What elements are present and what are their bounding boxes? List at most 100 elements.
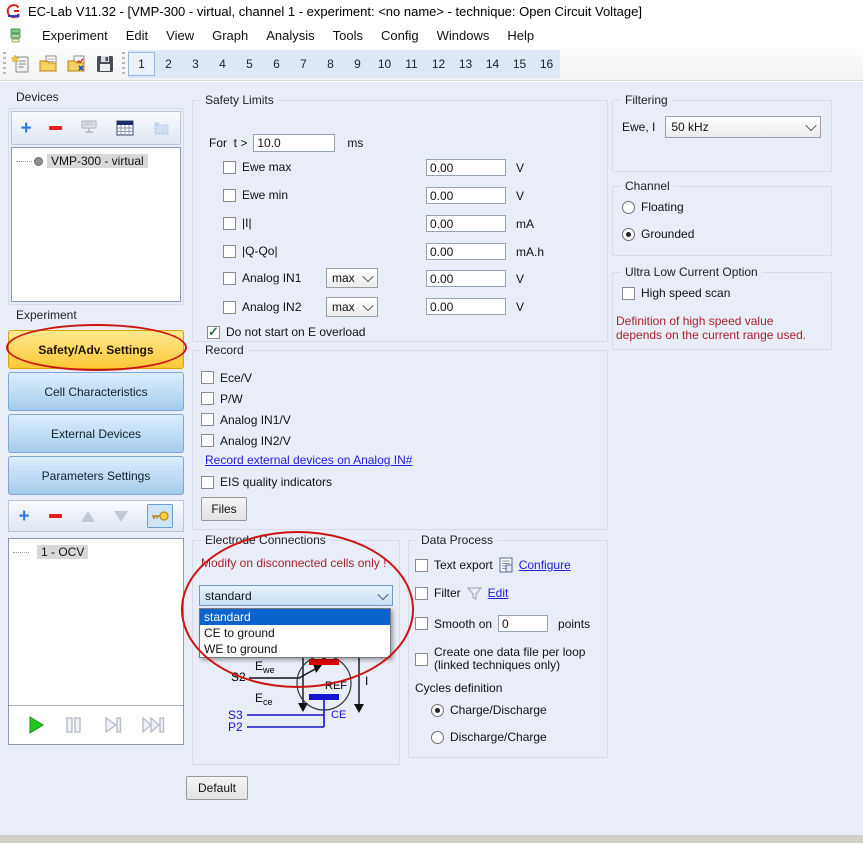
add-device-button[interactable]: + xyxy=(21,119,32,138)
record-check-label: Ece/V xyxy=(220,371,252,385)
tab-external-devices[interactable]: External Devices xyxy=(8,414,184,453)
loop-file-checkbox[interactable] xyxy=(415,653,428,666)
add-technique-button[interactable]: + xyxy=(19,507,30,526)
smooth-label: Smooth on xyxy=(434,617,492,631)
analog-in1-input[interactable] xyxy=(426,270,506,287)
channel-button-16[interactable]: 16 xyxy=(533,52,560,76)
filter-checkbox[interactable] xyxy=(415,587,428,600)
filter-edit-link[interactable]: Edit xyxy=(488,586,509,600)
device-connect-icon[interactable] xyxy=(79,119,99,137)
new-settings-button[interactable] xyxy=(8,51,34,77)
smooth-checkbox[interactable] xyxy=(415,617,428,630)
menu-item-analysis[interactable]: Analysis xyxy=(257,25,323,46)
channel-button-8[interactable]: 8 xyxy=(317,52,344,76)
abs-current-checkbox[interactable] xyxy=(223,217,236,230)
open-experiment-button[interactable] xyxy=(36,51,62,77)
charge-discharge-radio[interactable] xyxy=(431,704,444,717)
ewe-max-checkbox[interactable] xyxy=(223,161,236,174)
technique-tree-row[interactable]: 1 - OCV xyxy=(9,543,183,561)
channel-button-2[interactable]: 2 xyxy=(155,52,182,76)
play-icon[interactable] xyxy=(26,715,46,735)
channel-button-7[interactable]: 7 xyxy=(290,52,317,76)
files-button[interactable]: Files xyxy=(201,497,247,521)
devices-list[interactable]: VMP-300 - virtual xyxy=(11,147,181,302)
menu-item-edit[interactable]: Edit xyxy=(117,25,157,46)
record-checkbox-2[interactable] xyxy=(201,413,214,426)
smooth-points-input[interactable] xyxy=(498,615,548,632)
channel-button-4[interactable]: 4 xyxy=(209,52,236,76)
tab-safety-adv-settings[interactable]: Safety/Adv. Settings xyxy=(8,330,184,369)
menu-item-experiment[interactable]: Experiment xyxy=(33,25,117,46)
technique-item[interactable]: 1 - OCV xyxy=(37,545,88,559)
analog-in1-mode-select[interactable]: max xyxy=(326,268,378,288)
device-tree-row[interactable]: VMP-300 - virtual xyxy=(12,152,180,170)
overload-checkbox[interactable] xyxy=(207,326,220,339)
tab-cell-characteristics[interactable]: Cell Characteristics xyxy=(8,372,184,411)
ultra-low-warning: Definition of high speed value depends o… xyxy=(616,314,806,342)
menu-item-tools[interactable]: Tools xyxy=(324,25,372,46)
electrode-option-standard[interactable]: standard xyxy=(200,609,390,625)
record-checkbox-3[interactable] xyxy=(201,434,214,447)
channel-button-14[interactable]: 14 xyxy=(479,52,506,76)
text-export-checkbox[interactable] xyxy=(415,559,428,572)
record-external-link[interactable]: Record external devices on Analog IN# xyxy=(205,453,412,467)
technique-toolbar: + xyxy=(8,500,184,532)
channel-button-5[interactable]: 5 xyxy=(236,52,263,76)
charge-delta-input[interactable] xyxy=(426,243,506,260)
channel-button-6[interactable]: 6 xyxy=(263,52,290,76)
electrode-option-we-to-ground[interactable]: WE to ground xyxy=(200,641,390,657)
channel-group: Channel Floating Grounded xyxy=(612,186,832,256)
remove-device-button[interactable] xyxy=(49,126,62,130)
channel-button-9[interactable]: 9 xyxy=(344,52,371,76)
menu-item-help[interactable]: Help xyxy=(498,25,543,46)
grounded-radio[interactable] xyxy=(622,228,635,241)
abs-current-input[interactable] xyxy=(426,215,506,232)
analog-in2-mode-select[interactable]: max xyxy=(326,297,378,317)
menu-item-windows[interactable]: Windows xyxy=(428,25,499,46)
analog-in2-input[interactable] xyxy=(426,298,506,315)
move-up-button[interactable] xyxy=(81,511,95,522)
analog-in2-checkbox[interactable] xyxy=(223,301,236,314)
advanced-settings-toggle[interactable] xyxy=(147,504,173,528)
filter-label: Filter xyxy=(434,586,461,600)
ewe-max-input[interactable] xyxy=(426,159,506,176)
default-button[interactable]: Default xyxy=(186,776,248,800)
ewe-min-input[interactable] xyxy=(426,187,506,204)
menu-item-graph[interactable]: Graph xyxy=(203,25,257,46)
electrode-option-ce-to-ground[interactable]: CE to ground xyxy=(200,625,390,641)
record-checkbox-0[interactable] xyxy=(201,371,214,384)
new-virtual-device-icon[interactable] xyxy=(151,119,171,137)
move-down-button[interactable] xyxy=(114,511,128,522)
for-t-input[interactable] xyxy=(253,134,335,152)
analog-in1-checkbox[interactable] xyxy=(223,272,236,285)
menu-item-view[interactable]: View xyxy=(157,25,203,46)
configure-link[interactable]: Configure xyxy=(519,558,571,572)
floating-radio[interactable] xyxy=(622,201,635,214)
pause-icon[interactable] xyxy=(63,715,85,735)
eis-quality-checkbox[interactable] xyxy=(201,476,214,489)
discharge-charge-radio[interactable] xyxy=(431,731,444,744)
tab-parameters-settings[interactable]: Parameters Settings xyxy=(8,456,184,495)
filtering-select[interactable]: 50 kHz xyxy=(665,116,821,138)
high-speed-scan-checkbox[interactable] xyxy=(622,287,635,300)
record-checkbox-1[interactable] xyxy=(201,392,214,405)
channel-button-15[interactable]: 15 xyxy=(506,52,533,76)
open-data-file-button[interactable] xyxy=(64,51,90,77)
technique-list[interactable]: 1 - OCV xyxy=(8,538,184,745)
channel-button-13[interactable]: 13 xyxy=(452,52,479,76)
channel-button-12[interactable]: 12 xyxy=(425,52,452,76)
device-item[interactable]: VMP-300 - virtual xyxy=(47,154,148,168)
channel-button-10[interactable]: 10 xyxy=(371,52,398,76)
skip-to-end-icon[interactable] xyxy=(141,715,167,735)
next-icon[interactable] xyxy=(102,715,124,735)
channels-grid-icon[interactable] xyxy=(116,120,134,136)
remove-technique-button[interactable] xyxy=(49,514,62,518)
channel-button-3[interactable]: 3 xyxy=(182,52,209,76)
electrode-connection-select[interactable]: standard xyxy=(199,585,393,606)
ewe-min-checkbox[interactable] xyxy=(223,189,236,202)
channel-button-1[interactable]: 1 xyxy=(128,52,155,76)
channel-button-11[interactable]: 11 xyxy=(398,52,425,76)
save-button[interactable] xyxy=(92,51,118,77)
menu-item-config[interactable]: Config xyxy=(372,25,428,46)
charge-delta-checkbox[interactable] xyxy=(223,245,236,258)
